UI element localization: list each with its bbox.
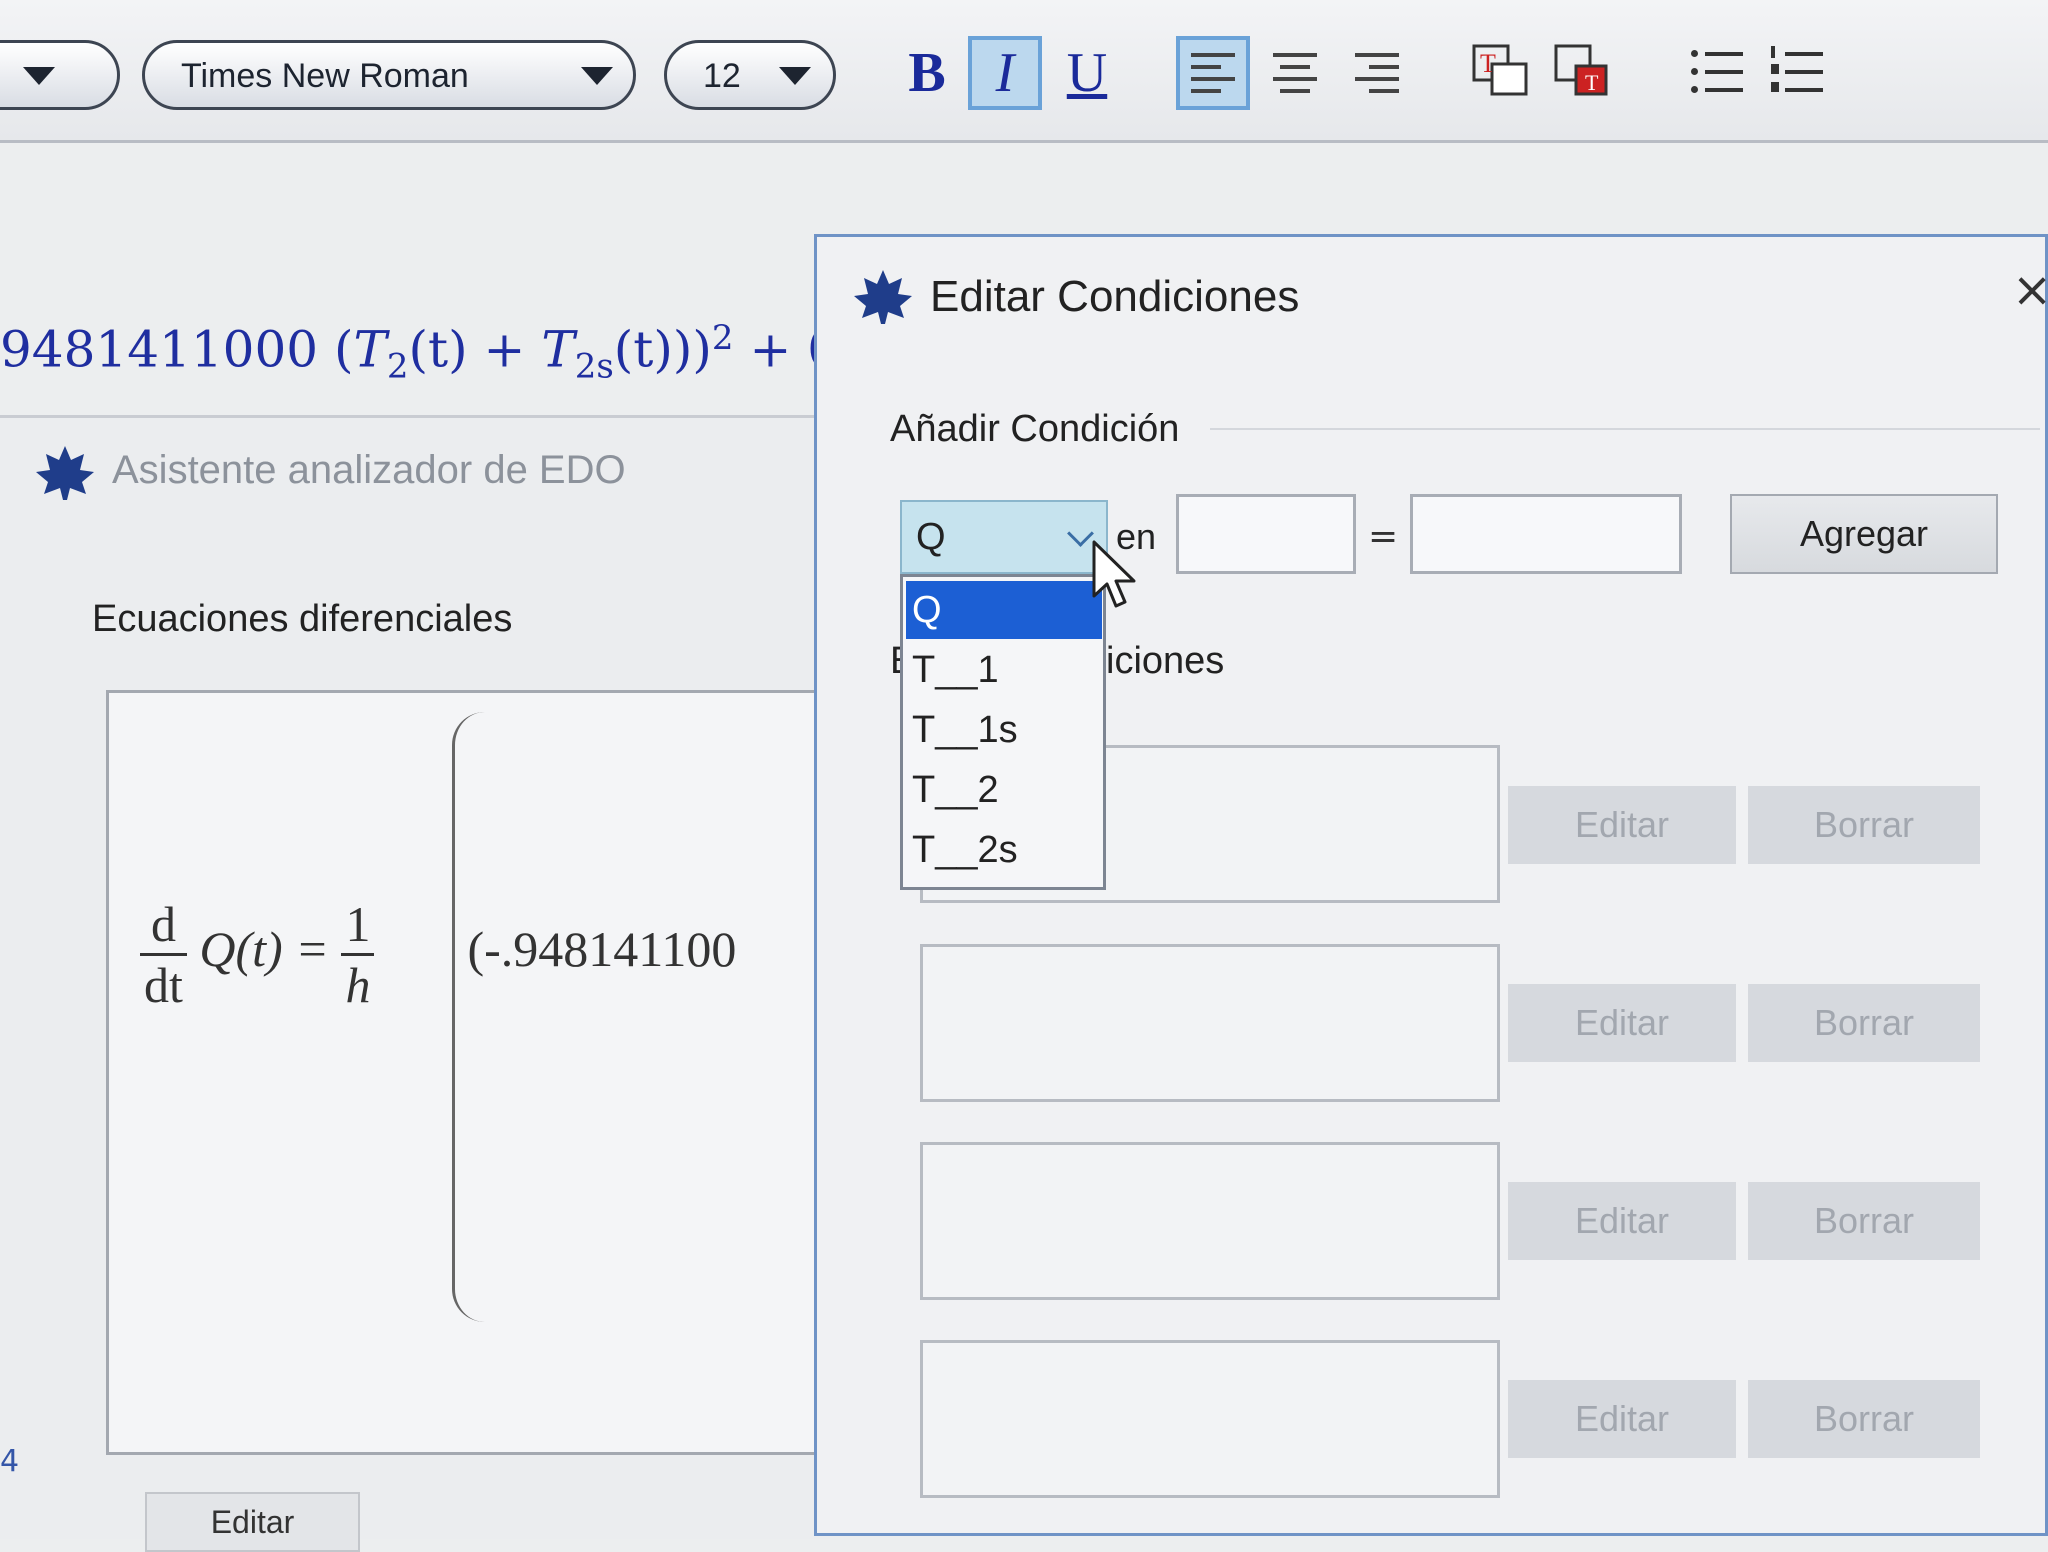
align-center-icon xyxy=(1273,53,1317,93)
margin-marker: 4 xyxy=(0,1444,20,1479)
ode-assistant-title: Asistente analizador de EDO xyxy=(112,448,626,492)
align-right-icon xyxy=(1355,53,1399,93)
align-left-icon xyxy=(1191,53,1235,93)
dropdown-option-t2s[interactable]: T__2s xyxy=(906,821,1102,879)
chevron-down-icon xyxy=(1067,520,1094,547)
dropdown-option-t1s[interactable]: T__1s xyxy=(906,701,1102,759)
bullet-list-icon xyxy=(1691,44,1743,102)
frac-numerator: d xyxy=(140,895,187,956)
condition-row-2-edit-button[interactable]: Editar xyxy=(1508,984,1736,1062)
condition-row-1-delete-button[interactable]: Borrar xyxy=(1748,786,1980,864)
edit-equation-button[interactable]: Editar xyxy=(145,1492,360,1552)
align-right-button[interactable] xyxy=(1340,36,1414,110)
italic-button[interactable]: I xyxy=(968,36,1042,110)
chevron-down-icon xyxy=(581,67,613,85)
formatting-toolbar: Times New Roman 12 B I U T T xyxy=(0,0,2048,143)
derivative-operator: d dt xyxy=(140,895,187,1014)
condition-row-3-field[interactable] xyxy=(920,1142,1500,1300)
underline-button[interactable]: U xyxy=(1050,36,1124,110)
eq-operator: + xyxy=(467,320,542,379)
eq-symbol: T xyxy=(353,320,387,379)
condition-row-4-edit-button[interactable]: Editar xyxy=(1508,1380,1736,1458)
font-family-value: Times New Roman xyxy=(181,57,469,95)
eq-rhs: (-.948141100 xyxy=(467,920,737,977)
close-icon[interactable]: × xyxy=(2012,262,2048,318)
align-left-button[interactable] xyxy=(1176,36,1250,110)
dropdown-option-t2[interactable]: T__2 xyxy=(906,761,1102,819)
condition-row-2-field[interactable] xyxy=(920,944,1500,1102)
eq-arg: (t) xyxy=(408,320,468,379)
dialog-title: Editar Condiciones xyxy=(930,272,1300,321)
underline-icon: U xyxy=(1066,42,1108,104)
maple-leaf-icon xyxy=(36,446,94,500)
svg-text:T: T xyxy=(1585,70,1599,95)
frac-denominator: dt xyxy=(144,957,183,1013)
bold-button[interactable]: B xyxy=(890,36,964,110)
conditions-heading: iciones xyxy=(1106,640,1225,682)
chevron-down-icon xyxy=(23,67,55,85)
equals-sign: = xyxy=(1368,516,1399,557)
frac-numerator: 1 xyxy=(341,895,375,956)
style-dropdown[interactable] xyxy=(0,40,120,110)
condition-row-3-delete-button[interactable]: Borrar xyxy=(1748,1182,1980,1260)
maple-leaf-icon xyxy=(854,270,912,324)
numbered-list-icon xyxy=(1771,44,1823,102)
text-region-icon: T xyxy=(1472,44,1528,96)
ode-equation: d dt Q(t) = 1 h (-.948141100 xyxy=(140,895,736,1014)
eq-lhs: Q(t) = xyxy=(199,920,342,977)
dropdown-option-t1[interactable]: T__1 xyxy=(906,641,1102,699)
bullet-list-button[interactable] xyxy=(1680,36,1754,110)
eq-paren: )) xyxy=(672,320,712,379)
condition-row-4-delete-button[interactable]: Borrar xyxy=(1748,1380,1980,1458)
condition-value-input[interactable] xyxy=(1410,494,1682,574)
at-point-input[interactable] xyxy=(1176,494,1356,574)
function-select-dropdown: Q T__1 T__1s T__2 T__2s xyxy=(900,574,1106,890)
eq-coefficient: 9481411000 xyxy=(0,320,319,379)
svg-text:T: T xyxy=(1480,49,1496,78)
condition-row-4-field[interactable] xyxy=(920,1340,1500,1498)
document-equation: 9481411000 (T2(t) + T2s(t)))2 + 0 xyxy=(0,318,839,387)
frac-denominator: h xyxy=(345,957,371,1013)
large-bracket xyxy=(452,712,485,1322)
add-condition-button[interactable]: Agregar xyxy=(1730,494,1998,574)
italic-icon: I xyxy=(995,42,1015,104)
eq-exponent: 2 xyxy=(711,318,734,358)
function-select[interactable]: Q xyxy=(900,500,1108,574)
one-over-h: 1 h xyxy=(341,895,375,1014)
eq-symbol: T xyxy=(541,320,575,379)
math-region-icon: T xyxy=(1554,44,1608,96)
differential-equations-label: Ecuaciones diferenciales xyxy=(92,598,513,640)
condition-row-3-edit-button[interactable]: Editar xyxy=(1508,1182,1736,1260)
font-size-value: 12 xyxy=(703,57,741,95)
section-divider xyxy=(1210,428,2040,430)
math-region-button[interactable]: T xyxy=(1548,36,1622,110)
eq-subscript: 2s xyxy=(574,346,614,387)
font-family-dropdown[interactable]: Times New Roman xyxy=(142,40,636,110)
condition-row-1-edit-button[interactable]: Editar xyxy=(1508,786,1736,864)
mouse-cursor-icon xyxy=(1092,540,1136,608)
bold-icon: B xyxy=(908,42,946,104)
numbered-list-button[interactable] xyxy=(1760,36,1834,110)
font-size-dropdown[interactable]: 12 xyxy=(664,40,836,110)
dropdown-option-q[interactable]: Q xyxy=(906,581,1102,639)
text-region-button[interactable]: T xyxy=(1466,36,1540,110)
condition-row-2-delete-button[interactable]: Borrar xyxy=(1748,984,1980,1062)
eq-paren: ( xyxy=(334,320,354,379)
chevron-down-icon xyxy=(779,67,811,85)
add-condition-heading: Añadir Condición xyxy=(890,408,1180,450)
eq-arg: (t) xyxy=(613,320,673,379)
eq-subscript: 2 xyxy=(386,346,409,387)
align-center-button[interactable] xyxy=(1258,36,1332,110)
function-select-value: Q xyxy=(916,516,946,558)
